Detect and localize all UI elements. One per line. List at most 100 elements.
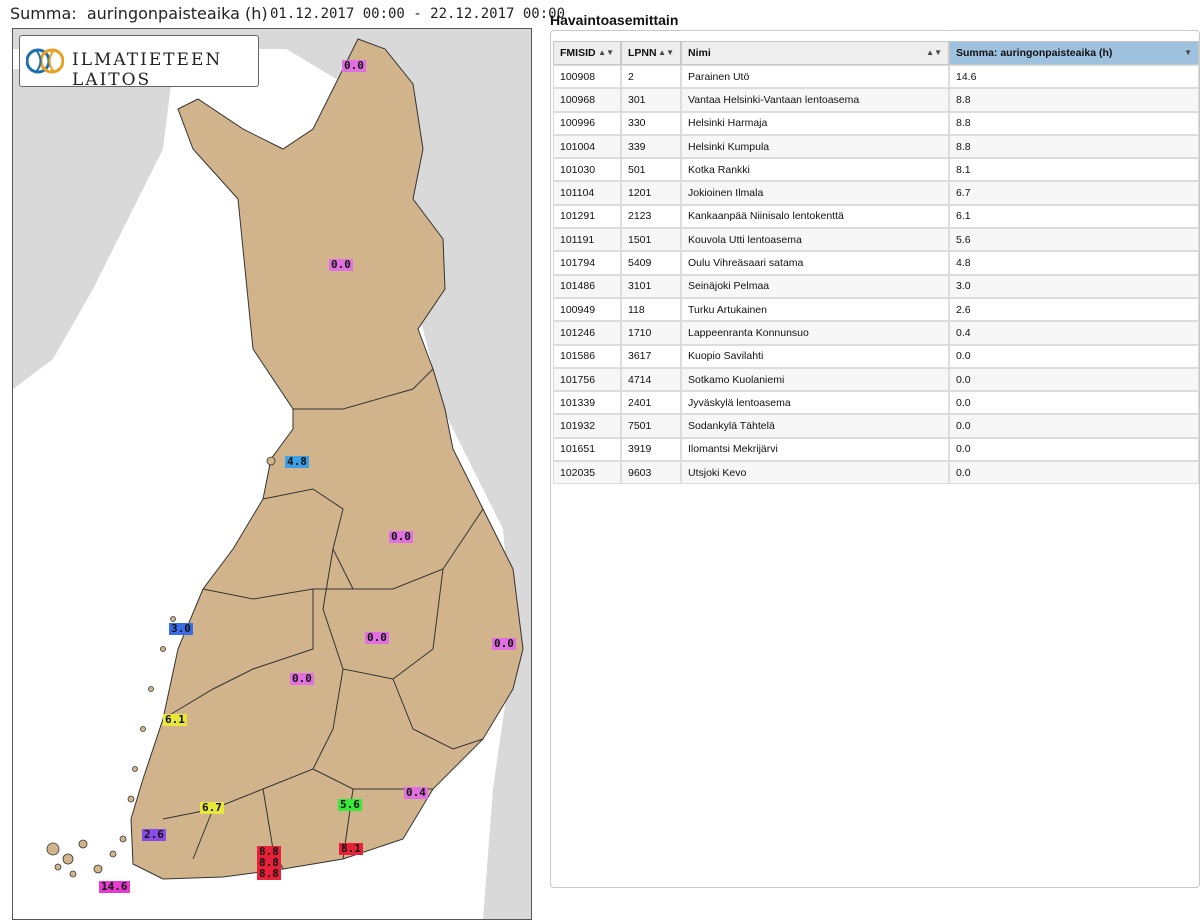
sort-icon[interactable]: ▲▼ bbox=[926, 48, 942, 57]
table-row[interactable]: 102035 9603 Utsjoki Kevo 0.0 bbox=[553, 461, 1199, 485]
cell-fmisid: 100949 bbox=[553, 297, 621, 322]
table-row[interactable]: 101246 1710 Lappeenranta Konnunsuo 0.4 bbox=[553, 321, 1199, 345]
panel-title: Havaintoasemittain bbox=[550, 12, 679, 28]
cell-lpnn: 301 bbox=[621, 88, 681, 112]
cell-nimi: Kankaanpää Niinisalo lentokenttä bbox=[681, 204, 949, 229]
table-row[interactable]: 101586 3617 Kuopio Savilahti 0.0 bbox=[553, 344, 1199, 368]
cell-nimi: Utsjoki Kevo bbox=[681, 461, 949, 485]
map-value-label: 0.0 bbox=[342, 59, 366, 72]
map-value-label: 0.0 bbox=[329, 258, 353, 271]
cell-lpnn: 7501 bbox=[621, 414, 681, 438]
cell-fmisid: 100968 bbox=[553, 88, 621, 112]
cell-nimi: Jokioinen Ilmala bbox=[681, 181, 949, 205]
station-table: FMISID ▲▼ LPNN ▲▼ Nimi ▲▼ Summa: auringonpa… bbox=[553, 41, 1199, 485]
table-row[interactable]: 101486 3101 Seinäjoki Pelmaa 3.0 bbox=[553, 274, 1199, 298]
table-row[interactable]: 101932 7501 Sodankylä Tähtelä 0.0 bbox=[553, 414, 1199, 438]
cell-value: 0.0 bbox=[949, 391, 1199, 415]
table-row[interactable]: 101756 4714 Sotkamo Kuolaniemi 0.0 bbox=[553, 367, 1199, 392]
cell-value: 0.0 bbox=[949, 414, 1199, 438]
table-row[interactable]: 100908 2 Parainen Utö 14.6 bbox=[553, 65, 1199, 89]
map-value-label: 6.1 bbox=[163, 713, 187, 726]
cell-lpnn: 339 bbox=[621, 134, 681, 159]
cell-value: 8.8 bbox=[949, 111, 1199, 135]
map-value-label: 5.6 bbox=[338, 798, 362, 811]
map-value-label: 3.0 bbox=[169, 622, 193, 635]
fmi-logo: ILMATIETEEN LAITOS bbox=[19, 35, 259, 90]
cell-lpnn: 501 bbox=[621, 158, 681, 182]
table-body: 100908 2 Parainen Utö 14.6 100968 301 Vantaa … bbox=[553, 65, 1199, 485]
table-row[interactable]: 100968 301 Vantaa Helsinki-Vantaan lentoas… bbox=[553, 88, 1199, 112]
map-date-range: 01.12.2017 00:00 - 22.12.2017 00:00 bbox=[270, 6, 566, 22]
fmi-logo-icon bbox=[26, 48, 64, 74]
cell-value: 0.0 bbox=[949, 461, 1199, 485]
cell-value: 2.6 bbox=[949, 297, 1199, 322]
column-header-fmisid[interactable]: FMISID ▲▼ bbox=[553, 41, 621, 65]
cell-fmisid: 101932 bbox=[553, 414, 621, 438]
map-canvas bbox=[13, 29, 531, 919]
map-value-label: 0.4 bbox=[404, 786, 428, 799]
map-value-label: 0.0 bbox=[492, 637, 516, 650]
map-title: Summa: auringonpaisteaika (h) bbox=[10, 4, 268, 23]
map-value-label: 8.1 bbox=[339, 842, 363, 855]
map-value-label: 2.6 bbox=[142, 828, 166, 841]
column-label: Nimi bbox=[688, 47, 711, 59]
cell-nimi: Turku Artukainen bbox=[681, 297, 949, 322]
cell-lpnn: 9603 bbox=[621, 461, 681, 485]
column-header-nimi[interactable]: Nimi ▲▼ bbox=[681, 41, 949, 65]
cell-value: 8.8 bbox=[949, 134, 1199, 159]
sort-desc-icon[interactable]: ▼ bbox=[1184, 48, 1192, 57]
cell-nimi: Kuopio Savilahti bbox=[681, 344, 949, 368]
sort-icon[interactable]: ▲▼ bbox=[658, 48, 674, 57]
cell-nimi: Ilomantsi Mekrijärvi bbox=[681, 437, 949, 462]
cell-lpnn: 4714 bbox=[621, 367, 681, 392]
cell-nimi: Jyväskylä lentoasema bbox=[681, 391, 949, 415]
table-header-row: FMISID ▲▼ LPNN ▲▼ Nimi ▲▼ Summa: auringonpa… bbox=[553, 41, 1199, 65]
column-label: Summa: auringonpaisteaika (h) bbox=[956, 47, 1113, 59]
table-row[interactable]: 101191 1501 Kouvola Utti lentoasema 5.6 bbox=[553, 228, 1199, 252]
cell-fmisid: 101651 bbox=[553, 437, 621, 462]
cell-nimi: Sodankylä Tähtelä bbox=[681, 414, 949, 438]
cell-fmisid: 101756 bbox=[553, 367, 621, 392]
map-value-label: 14.6 bbox=[99, 880, 130, 893]
cell-fmisid: 101191 bbox=[553, 228, 621, 252]
cell-nimi: Seinäjoki Pelmaa bbox=[681, 274, 949, 298]
table-row[interactable]: 101030 501 Kotka Rankki 8.1 bbox=[553, 158, 1199, 182]
cell-value: 6.7 bbox=[949, 181, 1199, 205]
cell-lpnn: 3919 bbox=[621, 437, 681, 462]
cell-nimi: Helsinki Harmaja bbox=[681, 111, 949, 135]
table-row[interactable]: 101651 3919 Ilomantsi Mekrijärvi 0.0 bbox=[553, 437, 1199, 462]
cell-fmisid: 101030 bbox=[553, 158, 621, 182]
cell-nimi: Kotka Rankki bbox=[681, 158, 949, 182]
cell-fmisid: 101794 bbox=[553, 251, 621, 275]
cell-fmisid: 100996 bbox=[553, 111, 621, 135]
cell-fmisid: 101104 bbox=[553, 181, 621, 205]
table-row[interactable]: 101291 2123 Kankaanpää Niinisalo lentokent… bbox=[553, 204, 1199, 229]
column-header-lpnn[interactable]: LPNN ▲▼ bbox=[621, 41, 681, 65]
cell-lpnn: 1201 bbox=[621, 181, 681, 205]
table-row[interactable]: 101794 5409 Oulu Vihreäsaari satama 4.8 bbox=[553, 251, 1199, 275]
column-header-sunshine-sum[interactable]: Summa: auringonpaisteaika (h) ▼ bbox=[949, 41, 1199, 65]
map-value-label: 6.7 bbox=[200, 801, 224, 814]
cell-value: 0.0 bbox=[949, 344, 1199, 368]
cell-nimi: Kouvola Utti lentoasema bbox=[681, 228, 949, 252]
table-row[interactable]: 101004 339 Helsinki Kumpula 8.8 bbox=[553, 134, 1199, 159]
cell-value: 4.8 bbox=[949, 251, 1199, 275]
table-row[interactable]: 101104 1201 Jokioinen Ilmala 6.7 bbox=[553, 181, 1199, 205]
column-label: LPNN bbox=[628, 47, 657, 59]
cell-value: 8.1 bbox=[949, 158, 1199, 182]
table-row[interactable]: 100949 118 Turku Artukainen 2.6 bbox=[553, 297, 1199, 322]
cell-nimi: Parainen Utö bbox=[681, 65, 949, 89]
table-row[interactable]: 101339 2401 Jyväskylä lentoasema 0.0 bbox=[553, 391, 1199, 415]
table-row[interactable]: 100996 330 Helsinki Harmaja 8.8 bbox=[553, 111, 1199, 135]
cell-nimi: Helsinki Kumpula bbox=[681, 134, 949, 159]
cell-fmisid: 101004 bbox=[553, 134, 621, 159]
sort-icon[interactable]: ▲▼ bbox=[598, 48, 614, 57]
cell-lpnn: 2 bbox=[621, 65, 681, 89]
cell-value: 6.1 bbox=[949, 204, 1199, 229]
cell-value: 8.8 bbox=[949, 88, 1199, 112]
cell-nimi: Lappeenranta Konnunsuo bbox=[681, 321, 949, 345]
cell-fmisid: 102035 bbox=[553, 461, 621, 485]
cell-lpnn: 2401 bbox=[621, 391, 681, 415]
cell-fmisid: 101486 bbox=[553, 274, 621, 298]
map-value-label: 0.0 bbox=[290, 672, 314, 685]
